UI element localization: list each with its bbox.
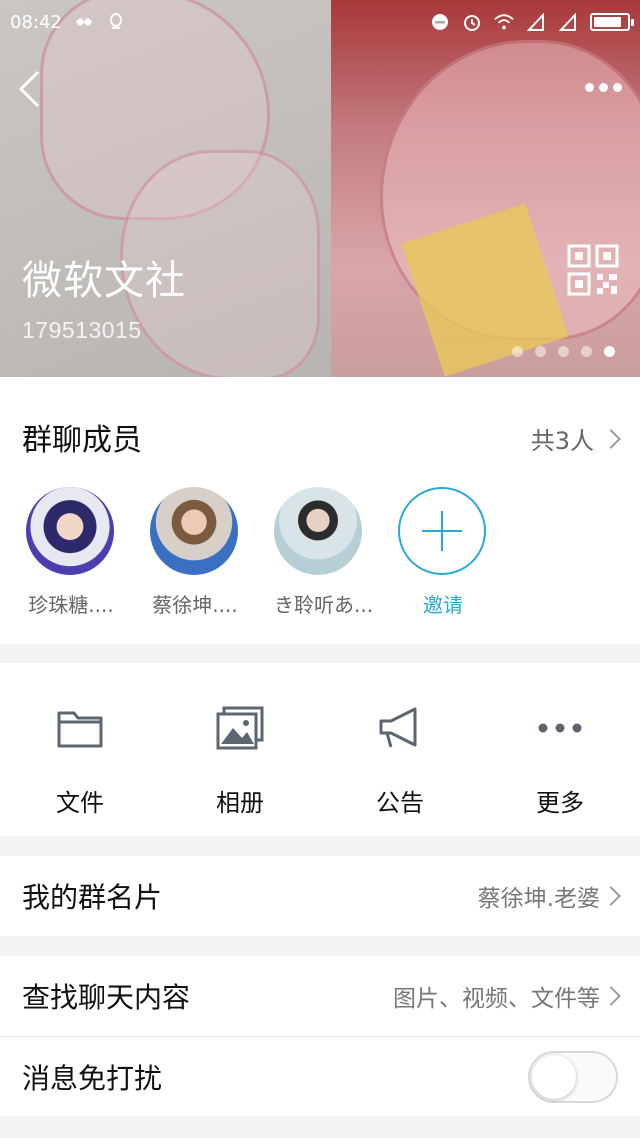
- member-name: 珍珠糖....: [28, 593, 114, 617]
- chevron-left-icon: [18, 70, 40, 108]
- group-id: 179513015: [22, 317, 142, 343]
- alarm-icon: [462, 12, 482, 32]
- row-value: 蔡徐坤.老婆: [477, 886, 600, 912]
- announcement-label: 公告: [376, 789, 424, 817]
- page-indicator-dot: [581, 346, 592, 357]
- group-header-banner[interactable]: 08:42 微软文社 179513015: [0, 0, 640, 377]
- back-button[interactable]: [12, 66, 46, 112]
- qr-code-button[interactable]: [567, 244, 619, 296]
- my-group-card-section: 我的群名片 蔡徐坤.老婆: [0, 856, 640, 936]
- member-name: 蔡徐坤....: [152, 593, 238, 617]
- files-button[interactable]: 文件: [0, 663, 160, 836]
- avatar: [150, 487, 238, 575]
- members-count-label: 共3人: [530, 427, 594, 455]
- signal-icon: [526, 12, 546, 32]
- row-title: 消息免打扰: [22, 1061, 163, 1095]
- members-count-link[interactable]: 共3人: [530, 421, 621, 456]
- notification-icon: [74, 12, 94, 32]
- dot-icon: [598, 82, 608, 92]
- more-features-label: 更多: [536, 789, 584, 817]
- banner-page-indicator: [512, 346, 615, 357]
- album-icon: [215, 703, 265, 753]
- album-label: 相册: [216, 789, 264, 817]
- status-time: 08:42: [10, 11, 62, 33]
- my-group-nickname-row[interactable]: 我的群名片 蔡徐坤.老婆: [0, 856, 640, 936]
- more-features-button[interactable]: 更多: [480, 663, 640, 836]
- dot-icon: [584, 82, 594, 92]
- avatar: [26, 487, 114, 575]
- invite-member-button[interactable]: 邀请: [398, 487, 488, 618]
- qr-code-icon: [567, 244, 619, 296]
- members-section-title: 群聊成员: [22, 423, 142, 458]
- quick-actions-bar: 文件 相册 公告 更多: [0, 663, 640, 836]
- chevron-right-icon: [601, 886, 621, 906]
- group-name: 微软文社: [22, 258, 186, 304]
- member-item[interactable]: き聆听あ...: [274, 487, 374, 618]
- album-button[interactable]: 相册: [160, 663, 320, 836]
- wifi-icon: [494, 12, 514, 32]
- chevron-right-icon: [601, 428, 621, 449]
- row-value: 图片、视频、文件等: [393, 986, 600, 1012]
- plus-icon: [398, 487, 486, 575]
- battery-icon: [590, 13, 634, 31]
- app-notification-icon: [106, 12, 126, 32]
- search-chat-history-row[interactable]: 查找聊天内容 图片、视频、文件等: [0, 956, 640, 1036]
- announcement-button[interactable]: 公告: [320, 663, 480, 836]
- page-indicator-dot: [535, 346, 546, 357]
- status-bar: 08:42: [0, 0, 640, 44]
- page-indicator-dot: [512, 346, 523, 357]
- member-item[interactable]: 珍珠糖....: [26, 487, 116, 618]
- do-not-disturb-icon: [430, 12, 450, 32]
- group-members-section: 群聊成员 共3人 珍珠糖.... 蔡徐坤.... き聆听あ... 邀请: [0, 377, 640, 644]
- chevron-right-icon: [601, 986, 621, 1006]
- folder-icon: [55, 703, 105, 753]
- dot-icon: [612, 82, 622, 92]
- member-item[interactable]: 蔡徐坤....: [150, 487, 240, 618]
- invite-label: 邀请: [423, 593, 463, 617]
- more-dots-icon: [535, 703, 585, 753]
- toggle-knob: [532, 1054, 576, 1099]
- more-options-button[interactable]: [580, 72, 626, 102]
- do-not-disturb-row: 消息免打扰: [0, 1036, 640, 1116]
- page-indicator-dot: [604, 346, 615, 357]
- row-title: 查找聊天内容: [22, 981, 191, 1014]
- do-not-disturb-toggle[interactable]: [528, 1050, 618, 1103]
- chat-settings-section: 查找聊天内容 图片、视频、文件等 消息免打扰: [0, 956, 640, 1116]
- signal-icon: [558, 12, 578, 32]
- row-title: 我的群名片: [22, 881, 163, 914]
- battery-level: [594, 17, 622, 27]
- files-label: 文件: [56, 789, 104, 817]
- avatar: [274, 487, 362, 575]
- member-name: き聆听あ...: [274, 593, 374, 617]
- megaphone-icon: [375, 703, 425, 753]
- page-indicator-dot: [558, 346, 569, 357]
